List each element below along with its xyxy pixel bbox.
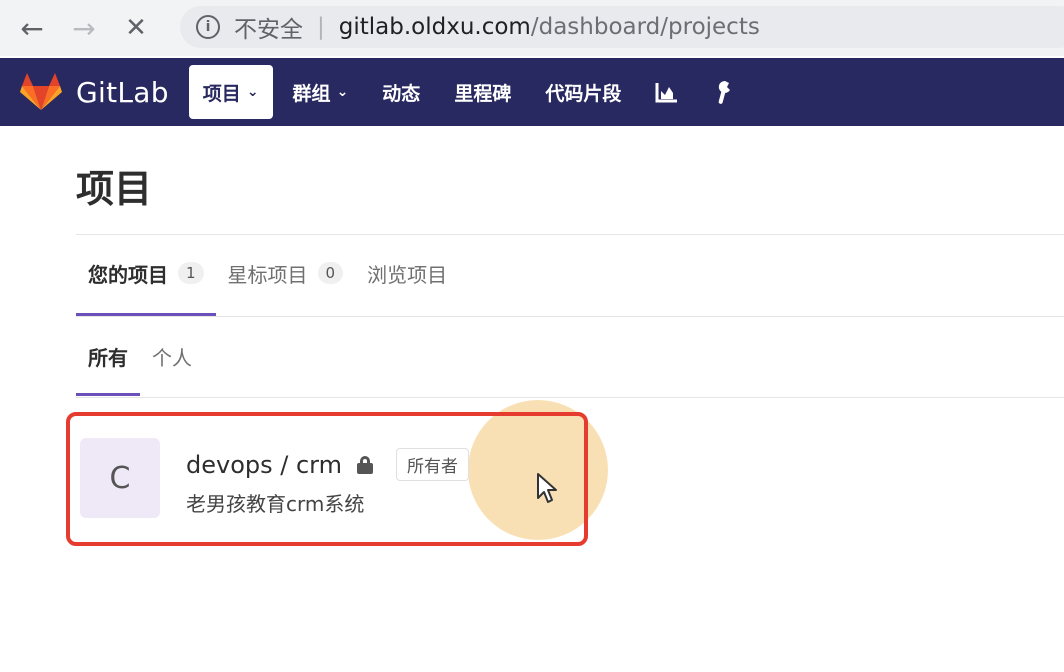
forward-arrow-icon[interactable]: → (58, 0, 110, 56)
security-label[interactable]: 不安全 (234, 10, 303, 44)
nav-projects[interactable]: 项目 ⌄ (188, 65, 273, 119)
project-row[interactable]: C devops / crm 所有者 老男孩教育crm系统 (66, 412, 588, 546)
nav-snippets[interactable]: 代码片段 (531, 65, 635, 119)
filter-personal[interactable]: 个人 (140, 334, 204, 378)
role-badge: 所有者 (396, 448, 469, 481)
nav-projects-label: 项目 (202, 82, 241, 105)
nav-snippets-label: 代码片段 (545, 82, 622, 105)
nav-activity-label: 动态 (382, 82, 421, 105)
tab-your-projects[interactable]: 您的项目 1 (76, 250, 216, 316)
nav-menu: 项目 ⌄ 群组 ⌄ 动态 里程碑 代码片段 (188, 65, 750, 119)
tab-label: 您的项目 (88, 262, 168, 287)
tabs-divider (76, 316, 1064, 317)
tab-label: 浏览项目 (367, 262, 448, 287)
project-description: 老男孩教育crm系统 (186, 492, 365, 516)
nav-activity[interactable]: 动态 (368, 65, 434, 119)
filter-all[interactable]: 所有 (76, 334, 140, 396)
back-arrow-icon[interactable]: ← (6, 0, 58, 56)
chevron-down-icon: ⌄ (246, 84, 259, 100)
page-title: 项目 (76, 167, 153, 211)
gitlab-tanuki-icon (20, 73, 62, 110)
chevron-down-icon: ⌄ (336, 84, 349, 100)
url-host[interactable]: gitlab.oldxu.com (339, 14, 531, 40)
wrench-icon[interactable] (699, 65, 749, 119)
project-tabs: 您的项目 1 星标项目 0 浏览项目 (76, 250, 459, 316)
gitlab-navbar: GitLab 项目 ⌄ 群组 ⌄ 动态 里程碑 代码片段 (0, 58, 1064, 126)
project-avatar[interactable]: C (80, 438, 160, 518)
nav-groups-label: 群组 (292, 82, 331, 105)
nav-milestones[interactable]: 里程碑 (440, 65, 525, 119)
count-badge: 1 (178, 262, 204, 284)
project-name-link[interactable]: devops / crm (186, 451, 342, 479)
info-icon[interactable]: i (196, 15, 220, 39)
close-icon[interactable]: ✕ (110, 0, 162, 56)
project-title: devops / crm 所有者 (186, 448, 469, 481)
address-separator: | (317, 14, 325, 40)
address-bar[interactable]: i 不安全 | gitlab.oldxu.com/dashboard/proje… (180, 6, 1064, 48)
tab-label: 星标项目 (227, 262, 308, 287)
count-badge: 0 (317, 262, 344, 284)
lock-icon (356, 455, 374, 474)
browser-toolbar: ← → ✕ i 不安全 | gitlab.oldxu.com/dashboard… (0, 0, 1064, 56)
brand-name[interactable]: GitLab (76, 76, 169, 109)
url-path[interactable]: /dashboard/projects (531, 14, 760, 40)
subtabs-divider (76, 397, 1064, 398)
title-divider (76, 234, 1064, 235)
filter-tabs: 所有 个人 (76, 334, 204, 396)
tab-explore-projects[interactable]: 浏览项目 (355, 250, 459, 296)
chart-icon[interactable] (641, 65, 693, 119)
nav-groups[interactable]: 群组 ⌄ (279, 65, 363, 119)
nav-milestones-label: 里程碑 (454, 82, 512, 105)
tab-starred-projects[interactable]: 星标项目 0 (216, 250, 356, 296)
gitlab-logo-link[interactable]: GitLab (20, 72, 169, 112)
